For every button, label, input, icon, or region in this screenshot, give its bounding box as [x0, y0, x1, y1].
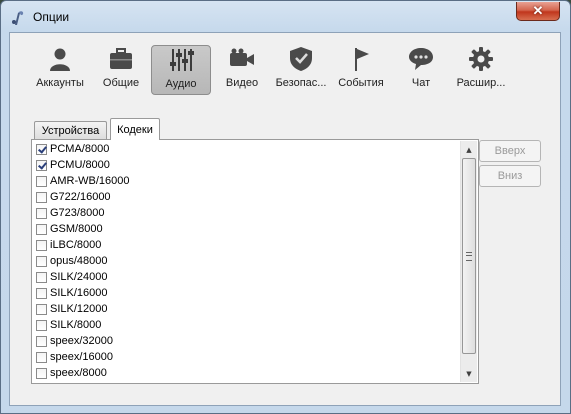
close-icon: ✕: [532, 3, 544, 18]
list-item[interactable]: SILK/24000: [33, 269, 459, 285]
codec-name: SILK/16000: [50, 287, 108, 299]
grip-icon: [466, 251, 472, 261]
flag-icon: [355, 48, 369, 71]
tab-codecs[interactable]: Кодеки: [110, 118, 160, 140]
toolbar-label: Аккаунты: [36, 77, 84, 89]
codec-checkbox[interactable]: [36, 255, 47, 267]
codec-checkbox[interactable]: [36, 175, 47, 187]
toolbar-label: Чат: [411, 77, 431, 89]
chat-icon: [409, 48, 433, 70]
codec-checkbox[interactable]: [36, 351, 47, 363]
user-icon: [50, 48, 70, 71]
gear-icon: [469, 47, 493, 71]
toolbar-advanced-button[interactable]: Расшир...: [453, 45, 509, 95]
codec-name: G722/16000: [50, 191, 111, 203]
toolbar-video-button[interactable]: Видео: [222, 45, 262, 95]
codec-checkbox[interactable]: [36, 207, 47, 219]
list-item[interactable]: speex/32000: [33, 333, 459, 349]
toolbar-label: Общие: [102, 77, 140, 89]
codec-name: opus/48000: [50, 255, 108, 267]
briefcase-icon: [110, 48, 132, 69]
vertical-scrollbar[interactable]: ▲ ▼: [460, 141, 477, 382]
codec-checkbox[interactable]: [36, 335, 47, 347]
app-logo-icon: [12, 11, 24, 25]
codec-name: PCMU/8000: [50, 159, 110, 171]
scroll-down-arrow-icon[interactable]: ▼: [461, 365, 477, 382]
toolbar-label: Видео: [225, 77, 259, 89]
codec-list-panel: PCMA/8000 PCMU/8000 AMR-WB/16000 G722/16…: [31, 139, 479, 384]
codec-name: speex/8000: [50, 367, 107, 379]
list-item[interactable]: iLBC/8000: [33, 237, 459, 253]
options-window: Опции ✕ Аккаунты Общие Аудио Видео Безоп…: [0, 0, 571, 414]
equalizer-icon: [170, 49, 194, 71]
window-title: Опции: [33, 10, 70, 24]
list-item[interactable]: speex/8000: [33, 365, 459, 381]
shield-icon: [290, 47, 312, 71]
list-item[interactable]: SILK/16000: [33, 285, 459, 301]
close-button[interactable]: ✕: [516, 2, 560, 21]
codec-checkbox[interactable]: [36, 287, 47, 299]
codec-checkbox[interactable]: [36, 319, 47, 331]
codec-name: SILK/24000: [50, 271, 108, 283]
toolbar-general-button[interactable]: Общие: [98, 45, 144, 95]
codec-checkbox[interactable]: [36, 143, 47, 155]
list-item[interactable]: PCMA/8000: [33, 141, 459, 157]
codec-name: PCMA/8000: [50, 143, 110, 155]
toolbar-security-button[interactable]: Безопас...: [273, 45, 329, 95]
toolbar-label: Безопас...: [275, 77, 327, 89]
list-item[interactable]: speex/16000: [33, 349, 459, 365]
title-bar[interactable]: Опции ✕: [1, 1, 570, 33]
codec-name: SILK/12000: [50, 303, 108, 315]
list-item[interactable]: opus/48000: [33, 253, 459, 269]
toolbar-label: События: [338, 77, 384, 89]
tab-label: Устройства: [41, 125, 100, 137]
list-item[interactable]: SILK/12000: [33, 301, 459, 317]
codec-name: GSM/8000: [50, 223, 103, 235]
codec-checkbox[interactable]: [36, 303, 47, 315]
toolbar-chat-button[interactable]: Чат: [406, 45, 436, 95]
codec-checkbox[interactable]: [36, 191, 47, 203]
codec-list[interactable]: PCMA/8000 PCMU/8000 AMR-WB/16000 G722/16…: [33, 141, 459, 382]
scroll-up-arrow-icon[interactable]: ▲: [461, 141, 477, 158]
move-down-button[interactable]: Вниз: [479, 165, 541, 187]
list-item[interactable]: GSM/8000: [33, 221, 459, 237]
list-item[interactable]: SILK/8000: [33, 317, 459, 333]
toolbar-audio-button[interactable]: Аудио: [151, 45, 211, 95]
toolbar-events-button[interactable]: События: [335, 45, 387, 95]
codec-name: G723/8000: [50, 207, 105, 219]
list-item[interactable]: G723/8000: [33, 205, 459, 221]
move-up-button[interactable]: Вверх: [479, 140, 541, 162]
codec-name: AMR-WB/16000: [50, 175, 130, 187]
list-item[interactable]: AMR-WB/16000: [33, 173, 459, 189]
camera-icon: [230, 48, 254, 66]
codec-name: speex/16000: [50, 351, 113, 363]
codec-checkbox[interactable]: [36, 271, 47, 283]
codec-checkbox[interactable]: [36, 223, 47, 235]
codec-checkbox[interactable]: [36, 239, 47, 251]
list-item[interactable]: G722/16000: [33, 189, 459, 205]
toolbar-accounts-button[interactable]: Аккаунты: [32, 45, 88, 95]
toolbar-label: Аудио: [165, 78, 197, 90]
codec-checkbox[interactable]: [36, 159, 47, 171]
codec-name: speex/32000: [50, 335, 113, 347]
category-toolbar: Аккаунты Общие Аудио Видео Безопас... Со…: [10, 33, 560, 103]
options-client-area: Аккаунты Общие Аудио Видео Безопас... Со…: [9, 32, 561, 406]
toolbar-label: Расшир...: [456, 77, 506, 89]
codec-checkbox[interactable]: [36, 367, 47, 379]
codec-name: SILK/8000: [50, 319, 102, 331]
tab-label: Кодеки: [117, 123, 153, 136]
list-item[interactable]: PCMU/8000: [33, 157, 459, 173]
scroll-thumb[interactable]: [462, 158, 476, 354]
codec-name: iLBC/8000: [50, 239, 102, 251]
tab-devices[interactable]: Устройства: [34, 121, 107, 140]
